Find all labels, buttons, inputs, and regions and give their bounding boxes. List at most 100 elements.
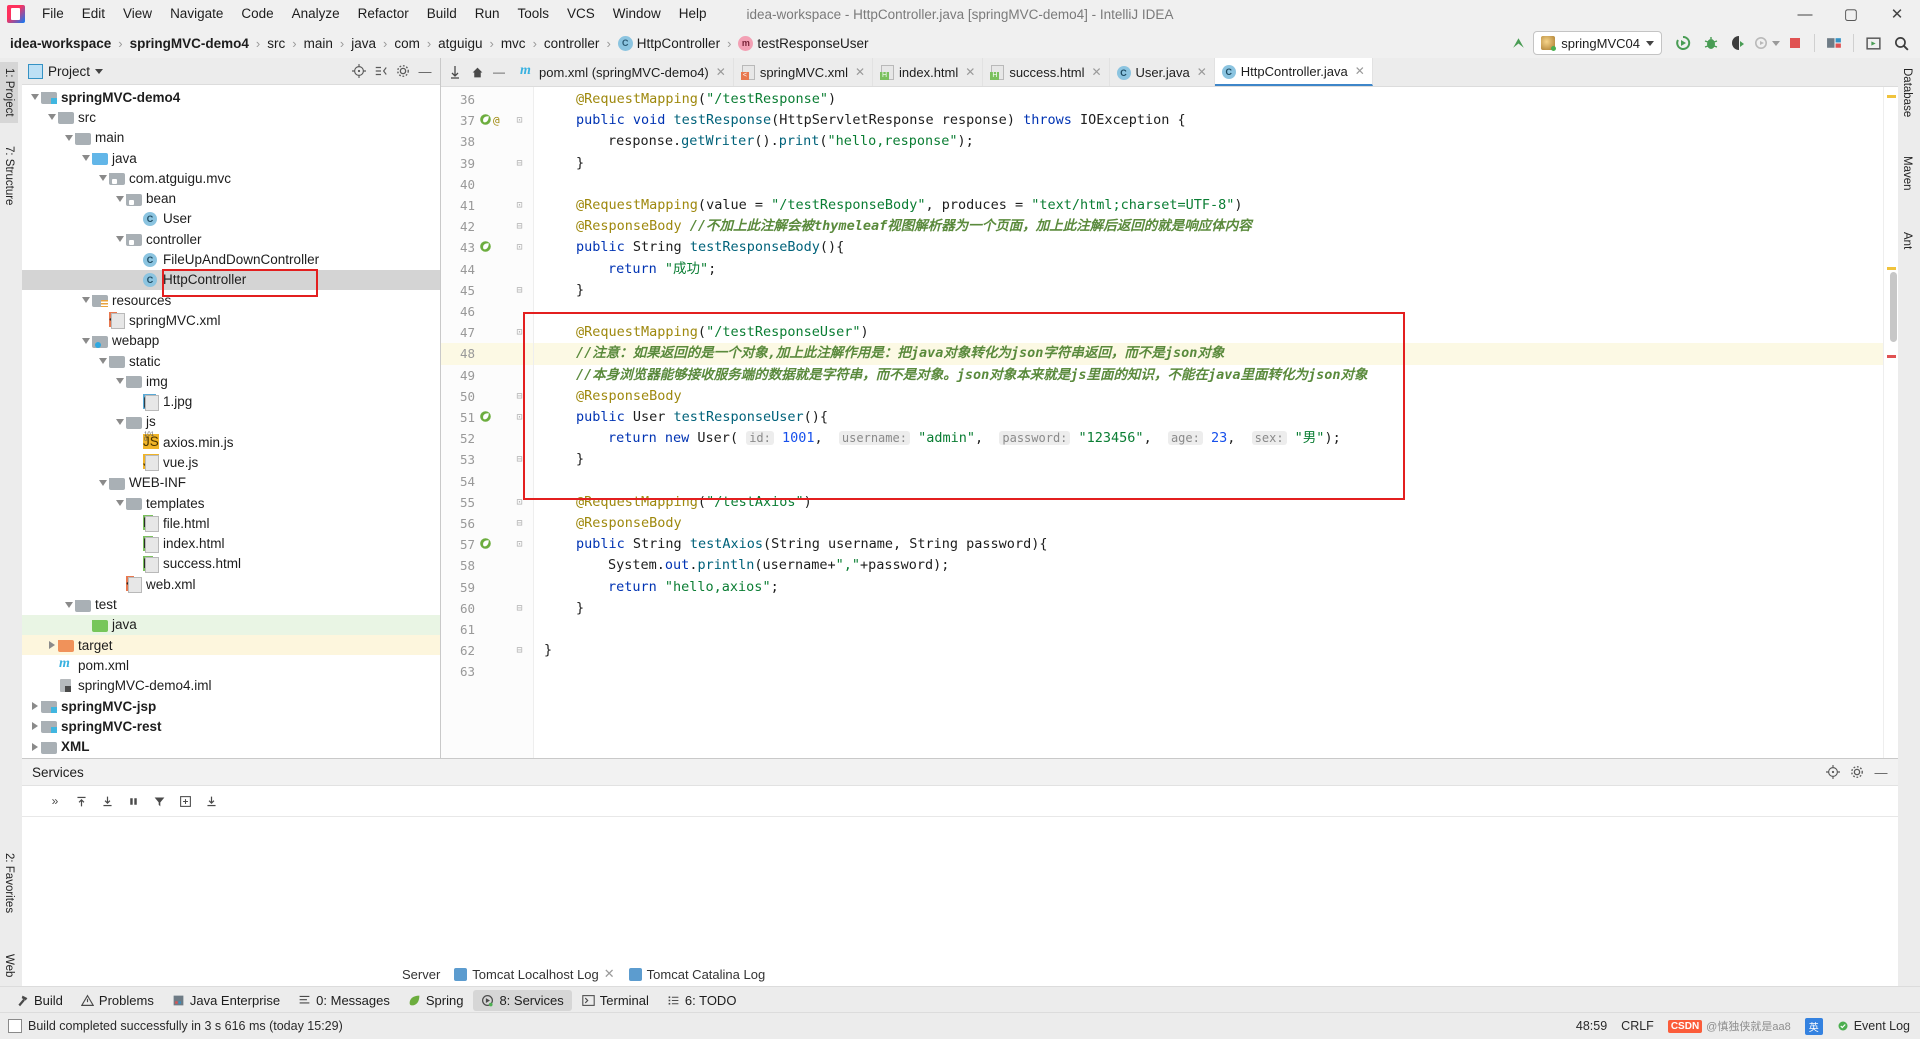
code-fold-marker[interactable]: ⊟ bbox=[514, 386, 525, 407]
menu-file[interactable]: File bbox=[33, 3, 73, 25]
code-line[interactable]: public void testResponse(HttpServletResp… bbox=[534, 110, 1186, 131]
tree-node-bean[interactable]: bean bbox=[22, 188, 440, 208]
code-fold-marker[interactable]: ⊡ bbox=[514, 407, 525, 428]
project-tree[interactable]: springMVC-demo4 src main java com.atguigu.mv… bbox=[22, 85, 440, 757]
code-line[interactable]: } bbox=[534, 449, 584, 470]
tree-node-springmvc-jsp[interactable]: springMVC-jsp bbox=[22, 696, 440, 716]
code-line[interactable]: @RequestMapping("/testResponseUser") bbox=[534, 322, 869, 343]
menu-vcs[interactable]: VCS bbox=[558, 3, 604, 25]
menu-analyze[interactable]: Analyze bbox=[283, 3, 349, 25]
close-tab-icon[interactable]: ✕ bbox=[965, 65, 975, 79]
breadcrumb-java[interactable]: java bbox=[349, 34, 378, 53]
line-separator[interactable]: CRLF bbox=[1621, 1019, 1654, 1033]
code-line[interactable]: } bbox=[534, 280, 584, 301]
code-line[interactable]: public String testResponseBody(){ bbox=[534, 237, 844, 258]
code-fold-marker[interactable]: ⊟ bbox=[514, 513, 525, 534]
code-line[interactable]: @RequestMapping(value = "/testResponseBo… bbox=[534, 195, 1243, 216]
tool-window-terminal[interactable]: Terminal bbox=[574, 990, 657, 1011]
home-icon[interactable] bbox=[467, 61, 487, 83]
tree-node-1-jpg[interactable]: ▤1.jpg bbox=[22, 391, 440, 411]
settings-gear-icon[interactable] bbox=[394, 62, 412, 80]
sidebar-tab-maven[interactable]: Maven bbox=[1898, 150, 1916, 197]
tree-node-web-inf[interactable]: WEB-INF bbox=[22, 473, 440, 493]
intention-bulb-icon[interactable] bbox=[534, 347, 535, 360]
expand-toolbar-icon[interactable]: » bbox=[46, 792, 64, 810]
chevron-down-icon[interactable] bbox=[79, 152, 92, 165]
menu-build[interactable]: Build bbox=[418, 3, 466, 25]
close-tab-icon[interactable]: ✕ bbox=[1197, 65, 1207, 79]
hide-editor-icon[interactable]: — bbox=[489, 61, 509, 83]
breadcrumb-src[interactable]: src bbox=[265, 34, 287, 53]
menu-window[interactable]: Window bbox=[604, 3, 670, 25]
services-tab-server[interactable]: Server bbox=[402, 967, 440, 982]
sidebar-tab-structure[interactable]: 7: Structure bbox=[0, 140, 18, 211]
tool-window-todo[interactable]: 6: TODO bbox=[659, 990, 745, 1011]
editor-scroll-thumb[interactable] bbox=[1890, 272, 1897, 342]
code-line[interactable]: } bbox=[534, 598, 584, 619]
scroll-from-source-icon[interactable] bbox=[350, 62, 368, 80]
tree-node-index-html[interactable]: Hindex.html bbox=[22, 534, 440, 554]
code-fold-marker[interactable]: ⊡ bbox=[514, 110, 525, 131]
status-checkbox-icon[interactable] bbox=[8, 1019, 22, 1033]
event-log-button[interactable]: Event Log bbox=[1837, 1019, 1910, 1033]
chevron-down-icon[interactable] bbox=[95, 68, 104, 74]
code-line[interactable]: @RequestMapping("/testResponse") bbox=[534, 89, 836, 110]
close-button[interactable]: ✕ bbox=[1874, 0, 1920, 28]
tree-node-target[interactable]: target bbox=[22, 635, 440, 656]
breadcrumb-mvc[interactable]: mvc bbox=[499, 34, 528, 53]
chevron-down-icon[interactable] bbox=[113, 375, 126, 388]
breadcrumb-main[interactable]: main bbox=[302, 34, 335, 53]
menu-navigate[interactable]: Navigate bbox=[161, 3, 232, 25]
tree-node-fileupanddowncontroller[interactable]: C FileUpAndDownController bbox=[22, 249, 440, 269]
tree-node-springmvc-demo4-iml[interactable]: springMVC-demo4.iml bbox=[22, 676, 440, 696]
menu-help[interactable]: Help bbox=[670, 3, 716, 25]
menu-view[interactable]: View bbox=[114, 3, 161, 25]
editor-tab-success-html[interactable]: H success.html ✕ bbox=[983, 58, 1110, 86]
editor-tab-index-html[interactable]: H index.html ✕ bbox=[873, 58, 984, 86]
pause-icon[interactable] bbox=[124, 792, 142, 810]
maximize-button[interactable]: ▢ bbox=[1828, 0, 1874, 28]
menu-edit[interactable]: Edit bbox=[73, 3, 114, 25]
debug-button[interactable] bbox=[1698, 31, 1724, 55]
chevron-down-icon[interactable] bbox=[113, 415, 126, 428]
tool-window-services[interactable]: 8: Services bbox=[473, 989, 572, 1011]
chevron-right-icon[interactable] bbox=[28, 720, 41, 733]
code-line[interactable]: System.out.println(username+","+password… bbox=[534, 555, 949, 576]
tree-node-js[interactable]: js bbox=[22, 412, 440, 432]
tree-node-templates[interactable]: templates bbox=[22, 493, 440, 513]
download-icon[interactable] bbox=[202, 792, 220, 810]
breadcrumb-controller[interactable]: controller bbox=[542, 34, 602, 53]
code-line[interactable]: } bbox=[534, 153, 584, 174]
code-line[interactable]: //本身浏览器能够接收服务端的数据就是字符串，而不是对象。json对象本来就是j… bbox=[534, 365, 1368, 386]
scroll-to-top-icon[interactable] bbox=[72, 792, 90, 810]
tree-node-controller[interactable]: controller bbox=[22, 229, 440, 249]
services-hide-icon[interactable]: — bbox=[1872, 763, 1890, 781]
close-tab-icon[interactable]: ✕ bbox=[855, 65, 865, 79]
sort-tabs-icon[interactable] bbox=[445, 61, 465, 83]
tree-node-file-html[interactable]: Hfile.html bbox=[22, 513, 440, 533]
code-line[interactable]: return "hello,axios"; bbox=[534, 577, 779, 598]
services-tab-tomcat-catalina-log[interactable]: Tomcat Catalina Log bbox=[628, 967, 765, 982]
chevron-down-icon[interactable] bbox=[96, 476, 109, 489]
chevron-down-icon[interactable] bbox=[62, 131, 75, 144]
tool-window-problems[interactable]: Problems bbox=[73, 990, 162, 1011]
gutter-spring-bean-icon[interactable] bbox=[479, 534, 492, 555]
tool-window-messages[interactable]: 0: Messages bbox=[290, 990, 398, 1011]
breadcrumb-springmvc-demo4[interactable]: springMVC-demo4 bbox=[128, 34, 251, 53]
preview-button[interactable] bbox=[1860, 31, 1886, 55]
sidebar-tab-ant[interactable]: Ant bbox=[1898, 226, 1916, 255]
caret-position[interactable]: 48:59 bbox=[1576, 1019, 1607, 1033]
breadcrumb-atguigu[interactable]: atguigu bbox=[436, 34, 484, 53]
services-tab-tomcat-localhost-log[interactable]: Tomcat Localhost Log ✕ bbox=[454, 966, 615, 982]
sidebar-tab-favorites[interactable]: 2: Favorites bbox=[0, 847, 18, 919]
chevron-down-icon[interactable] bbox=[96, 172, 109, 185]
code-line[interactable]: public User testResponseUser(){ bbox=[534, 407, 828, 428]
menu-refactor[interactable]: Refactor bbox=[349, 3, 418, 25]
minimize-button[interactable]: — bbox=[1782, 0, 1828, 28]
gutter-spring-bean-icon[interactable] bbox=[479, 407, 492, 428]
stop-button[interactable] bbox=[1782, 31, 1808, 55]
chevron-down-icon[interactable] bbox=[113, 192, 126, 205]
filter-icon[interactable] bbox=[150, 792, 168, 810]
search-everywhere-icon[interactable] bbox=[1888, 31, 1914, 55]
ime-indicator[interactable]: 英 bbox=[1804, 1017, 1823, 1035]
